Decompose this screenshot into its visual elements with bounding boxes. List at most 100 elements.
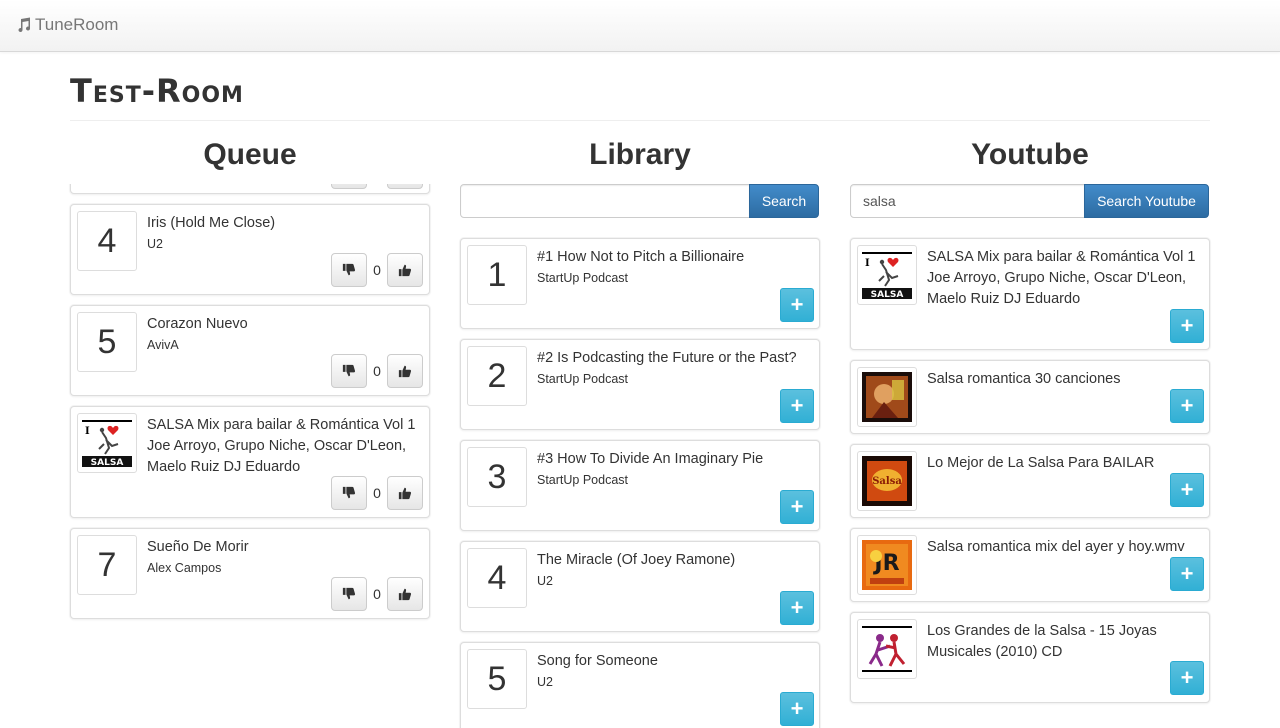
thumbs-down-icon [342,486,356,500]
downvote-button[interactable] [331,476,367,510]
video-thumbnail: Salsa [857,451,917,511]
library-item: 5 Song for Someone U2 + [460,642,820,728]
video-title: Lo Mejor de La Salsa Para BAILAR [927,455,1155,471]
thumbs-up-icon [398,486,412,500]
room-title: Test-Room [70,72,244,110]
add-to-queue-button[interactable]: + [1170,557,1204,591]
add-to-queue-button[interactable]: + [780,389,814,423]
music-note-icon [18,17,31,33]
plus-icon: + [1180,561,1194,586]
library-position: 5 [467,649,527,709]
thumbs-up-icon [398,364,412,378]
track-artist: AvivA [147,338,179,352]
youtube-result: Los Grandes de la Salsa - 15 Joyas Music… [850,612,1210,703]
navbar: TuneRoom [0,0,1280,52]
plus-icon: + [790,494,804,519]
video-title: Salsa romantica mix del ayer y hoy.wmv [927,539,1185,555]
brand-label: TuneRoom [35,15,119,34]
track-title: #2 Is Podcasting the Future or the Past? [537,350,797,366]
track-title: SALSA Mix para bailar & Romántica Vol 1 … [147,417,416,475]
thumbs-up-icon [398,587,412,601]
add-to-queue-button[interactable]: + [1170,389,1204,423]
queue-list[interactable]: 4 Iris (Hold Me Close) U2 0 5 Corazon Nu… [68,184,434,728]
plus-icon: + [1180,393,1194,418]
plus-icon: + [1180,665,1194,690]
downvote-button[interactable] [331,253,367,287]
video-title: Salsa romantica 30 canciones [927,371,1121,387]
queue-position: 7 [77,535,137,595]
library-search-button[interactable]: Search [749,184,819,218]
track-artist: StartUp Podcast [537,372,629,386]
library-item: 3 #3 How To Divide An Imaginary Pie Star… [460,440,820,531]
title-divider [70,120,1210,121]
video-title: Los Grandes de la Salsa - 15 Joyas Music… [927,623,1157,660]
vote-count: 0 [373,363,381,379]
thumbs-down-icon [342,263,356,277]
upvote-button[interactable] [387,476,423,510]
library-position: 1 [467,245,527,305]
library-heading: Library [589,138,691,171]
plus-icon: + [790,696,804,721]
track-title: Corazon Nuevo [147,316,248,332]
youtube-search-button[interactable]: Search Youtube [1084,184,1209,218]
library-list[interactable]: 1 #1 How Not to Pitch a Billionaire Star… [458,236,824,728]
add-to-queue-button[interactable]: + [1170,661,1204,695]
track-artist: Alex Campos [147,561,222,575]
track-artist: U2 [537,574,553,588]
downvote-button[interactable] [331,354,367,388]
video-thumbnail: JR [857,535,917,595]
queue-item-scrolled [70,184,430,194]
track-title: #1 How Not to Pitch a Billionaire [537,249,745,265]
library-position: 2 [467,346,527,406]
track-artist: U2 [147,237,163,251]
queue-item: 5 Corazon Nuevo AvivA 0 [70,305,430,396]
vote-count: 0 [373,586,381,602]
upvote-button[interactable] [387,354,423,388]
salsa-album-thumbnail [77,413,137,473]
thumbs-down-icon [342,587,356,601]
library-item: 1 #1 How Not to Pitch a Billionaire Star… [460,238,820,329]
queue-item: 7 Sueño De Morir Alex Campos 0 [70,528,430,619]
youtube-result: Salsa romantica 30 canciones + [850,360,1210,434]
library-item: 2 #2 Is Podcasting the Future or the Pas… [460,339,820,430]
svg-text:Salsa: Salsa [872,476,902,487]
plus-icon: + [790,393,804,418]
queue-position: 5 [77,312,137,372]
queue-position: 4 [77,211,137,271]
youtube-result: SALSA Mix para bailar & Romántica Vol 1 … [850,238,1210,350]
downvote-button[interactable] [331,577,367,611]
plus-icon: + [790,595,804,620]
add-to-queue-button[interactable]: + [780,288,814,322]
vote-count: 0 [373,262,381,278]
youtube-result: Salsa Lo Mejor de La Salsa Para BAILAR + [850,444,1210,518]
youtube-result: JR Salsa romantica mix del ayer y hoy.wm… [850,528,1210,602]
add-to-queue-button[interactable]: + [780,490,814,524]
library-item: 4 The Miracle (Of Joey Ramone) U2 + [460,541,820,632]
library-search-input[interactable] [460,184,750,218]
salsa-album-thumbnail [857,245,917,305]
add-to-queue-button[interactable]: + [780,692,814,726]
vote-count: 0 [373,485,381,501]
youtube-results-list[interactable]: SALSA Mix para bailar & Romántica Vol 1 … [848,236,1214,728]
add-to-queue-button[interactable]: + [1170,473,1204,507]
video-thumbnail [857,619,917,679]
add-to-queue-button[interactable]: + [1170,309,1204,343]
video-title: SALSA Mix para bailar & Romántica Vol 1 … [927,249,1196,307]
upvote-button[interactable] [387,184,423,189]
queue-item: SALSA Mix para bailar & Romántica Vol 1 … [70,406,430,518]
downvote-button[interactable] [331,184,367,189]
youtube-search-input[interactable] [850,184,1085,218]
track-title: The Miracle (Of Joey Ramone) [537,552,736,568]
youtube-heading: Youtube [971,138,1089,171]
track-title: Sueño De Morir [147,539,249,555]
track-title: Song for Someone [537,653,658,669]
add-to-queue-button[interactable]: + [780,591,814,625]
upvote-button[interactable] [387,253,423,287]
plus-icon: + [790,292,804,317]
brand-link[interactable]: TuneRoom [16,15,118,35]
thumbs-up-icon [398,263,412,277]
thumbs-down-icon [342,364,356,378]
track-artist: U2 [537,675,553,689]
upvote-button[interactable] [387,577,423,611]
track-title: #3 How To Divide An Imaginary Pie [537,451,764,467]
